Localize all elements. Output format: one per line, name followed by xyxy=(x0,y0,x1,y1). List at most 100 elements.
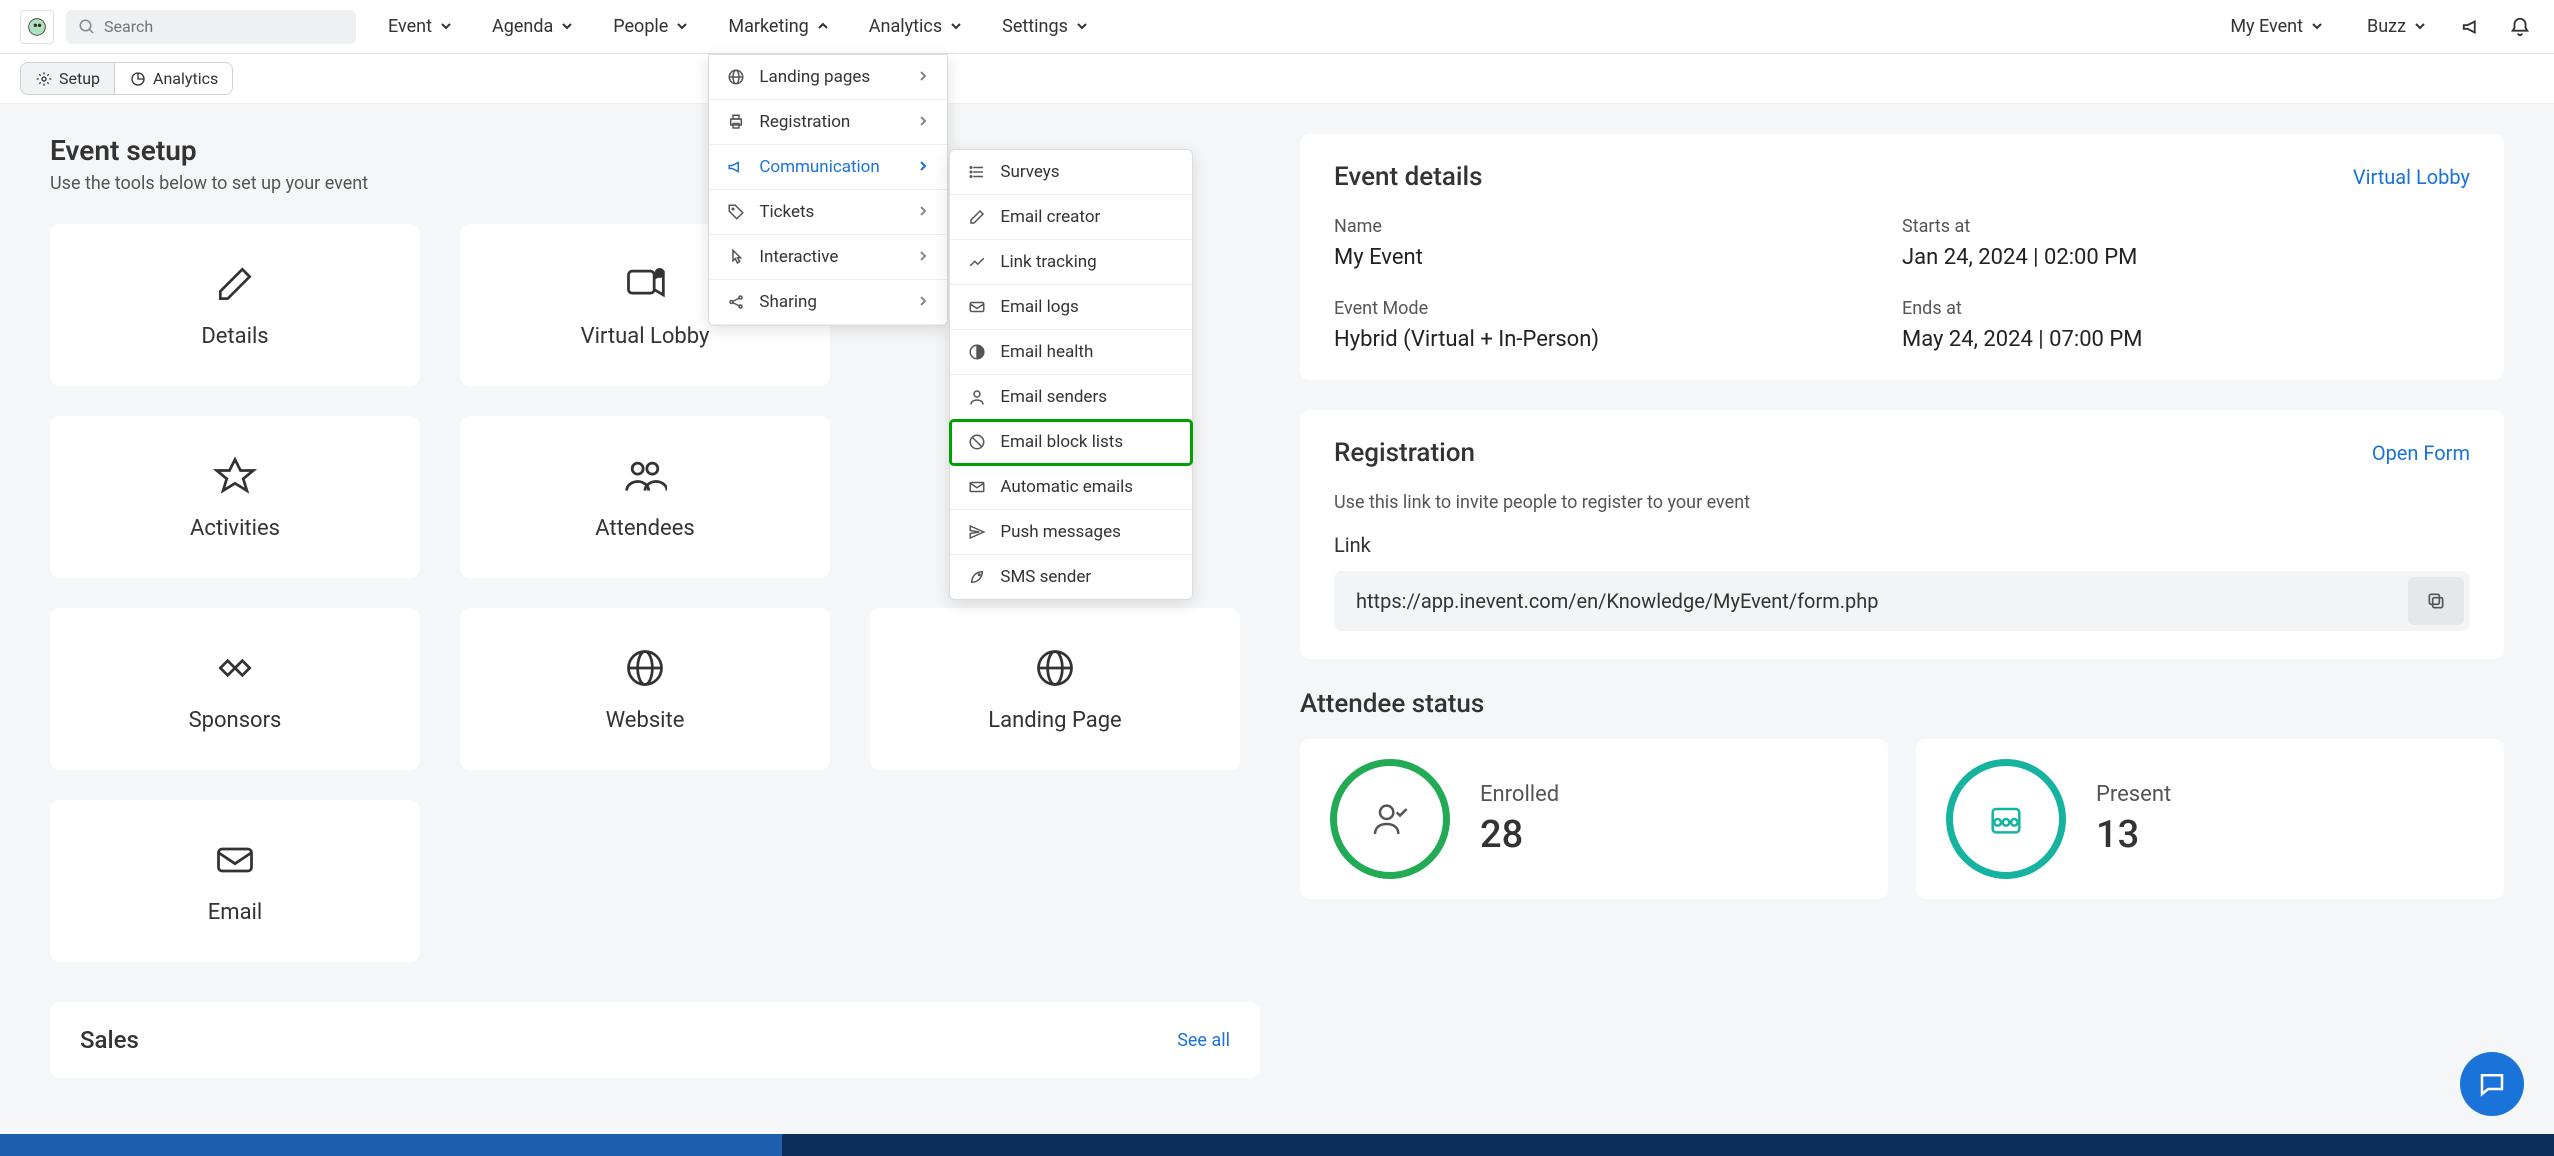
present-value: 13 xyxy=(2096,813,2171,857)
sm-email-logs[interactable]: Email logs xyxy=(950,285,1192,330)
nav-my-event[interactable]: My Event xyxy=(2218,0,2335,54)
nav-settings[interactable]: Settings xyxy=(982,0,1108,54)
tile-label: Sponsors xyxy=(189,708,282,733)
nav-analytics[interactable]: Analytics xyxy=(849,0,982,54)
nav-marketing[interactable]: Marketing Landing pages Registration Com… xyxy=(708,0,848,54)
chevron-right-icon xyxy=(917,67,929,87)
dd-label: Landing pages xyxy=(759,67,870,87)
tile-label: Activities xyxy=(190,516,280,541)
chevron-down-icon xyxy=(561,16,573,37)
present-label: Present xyxy=(2096,782,2171,807)
tile-attendees[interactable]: Attendees xyxy=(460,416,830,578)
top-nav: Event Agenda People Marketing Landing pa… xyxy=(0,0,2554,54)
tile-activities[interactable]: Activities xyxy=(50,416,420,578)
chevron-down-icon xyxy=(676,16,688,37)
dd-tickets[interactable]: Tickets xyxy=(709,190,947,235)
dd-landing-pages[interactable]: Landing pages xyxy=(709,55,947,100)
progress-fill xyxy=(0,1134,782,1156)
dd-label: Interactive xyxy=(759,247,838,267)
print-icon xyxy=(727,113,745,131)
seg-label: Analytics xyxy=(153,69,218,88)
link-label: Link xyxy=(1334,533,2470,557)
dd-label: Communication xyxy=(759,157,879,177)
app-logo[interactable] xyxy=(20,10,54,44)
dd-communication[interactable]: Communication xyxy=(709,145,947,190)
card-title: Registration xyxy=(1334,438,1475,468)
search-input[interactable] xyxy=(104,17,344,36)
attendee-status-section: Attendee status Enrolled 28 Present 13 xyxy=(1300,689,2504,899)
sm-label: Automatic emails xyxy=(1000,477,1133,497)
chevron-right-icon xyxy=(917,112,929,132)
sm-label: Push messages xyxy=(1000,522,1121,542)
nav-event[interactable]: Event xyxy=(368,0,472,54)
status-present: Present 13 xyxy=(1916,739,2504,899)
nav-label: Event xyxy=(388,16,432,37)
registration-card: Registration Open Form Use this link to … xyxy=(1300,410,2504,659)
marketing-dropdown: Landing pages Registration Communication… xyxy=(708,54,948,326)
nav-right: My Event Buzz xyxy=(2218,0,2534,54)
send-icon xyxy=(968,523,986,541)
enrolled-value: 28 xyxy=(1480,813,1559,857)
chevron-down-icon xyxy=(2414,16,2426,37)
sm-label: Link tracking xyxy=(1000,252,1096,272)
sm-label: Email block lists xyxy=(1000,432,1123,452)
nav-label: My Event xyxy=(2230,16,2303,37)
main-content: Event setup Use the tools below to set u… xyxy=(0,104,2554,1108)
copy-button[interactable] xyxy=(2408,577,2464,625)
sales-title: Sales xyxy=(80,1026,139,1054)
sm-email-senders[interactable]: Email senders xyxy=(950,375,1192,420)
dd-sharing[interactable]: Sharing xyxy=(709,280,947,325)
seg-setup[interactable]: Setup xyxy=(21,63,115,94)
megaphone-button[interactable] xyxy=(2458,13,2486,41)
sm-label: Surveys xyxy=(1000,162,1059,182)
enrolled-label: Enrolled xyxy=(1480,782,1559,807)
nav-label: Buzz xyxy=(2367,16,2406,37)
seg-analytics[interactable]: Analytics xyxy=(115,63,232,94)
nav-people[interactable]: People xyxy=(593,0,708,54)
nav-buzz[interactable]: Buzz xyxy=(2355,0,2438,54)
tile-label: Attendees xyxy=(595,516,694,541)
sm-surveys[interactable]: Surveys xyxy=(950,150,1192,195)
tile-sponsors[interactable]: Sponsors xyxy=(50,608,420,770)
sm-push-messages[interactable]: Push messages xyxy=(950,510,1192,555)
sm-label: SMS sender xyxy=(1000,567,1091,587)
rocket-icon xyxy=(968,568,986,586)
dd-interactive[interactable]: Interactive xyxy=(709,235,947,280)
virtual-lobby-link[interactable]: Virtual Lobby xyxy=(2353,165,2470,189)
sm-automatic-emails[interactable]: Automatic emails xyxy=(950,465,1192,510)
tile-label: Virtual Lobby xyxy=(581,324,710,349)
notifications-button[interactable] xyxy=(2506,13,2534,41)
tile-label: Email xyxy=(208,900,262,925)
chevron-down-icon xyxy=(2311,16,2323,37)
name-value: My Event xyxy=(1334,245,1902,270)
card-title: Event details xyxy=(1334,162,1483,192)
nav-agenda[interactable]: Agenda xyxy=(472,0,593,54)
see-all-link[interactable]: See all xyxy=(1177,1030,1230,1051)
tile-landing-page[interactable]: Landing Page xyxy=(870,608,1240,770)
tile-email[interactable]: Email xyxy=(50,800,420,962)
tile-website[interactable]: Website xyxy=(460,608,830,770)
seg-label: Setup xyxy=(59,69,100,88)
search-box[interactable] xyxy=(66,10,356,44)
starts-value: Jan 24, 2024 | 02:00 PM xyxy=(1902,245,2470,270)
dd-registration[interactable]: Registration xyxy=(709,100,947,145)
sm-email-creator[interactable]: Email creator xyxy=(950,195,1192,240)
dd-label: Sharing xyxy=(759,292,817,312)
chart-icon xyxy=(968,253,986,271)
open-form-link[interactable]: Open Form xyxy=(2372,441,2470,465)
sales-card: Sales See all xyxy=(50,1002,1260,1078)
sm-link-tracking[interactable]: Link tracking xyxy=(950,240,1192,285)
attendee-status-title: Attendee status xyxy=(1300,689,2504,719)
nav-label: Marketing xyxy=(728,16,808,37)
sm-label: Email senders xyxy=(1000,387,1107,407)
inbox-icon xyxy=(968,298,986,316)
tile-details[interactable]: Details xyxy=(50,224,420,386)
chat-fab[interactable] xyxy=(2460,1052,2524,1116)
present-ring xyxy=(1946,759,2066,879)
sm-email-block-lists[interactable]: Email block lists xyxy=(950,420,1192,465)
sm-sms-sender[interactable]: SMS sender xyxy=(950,555,1192,599)
chevron-down-icon xyxy=(950,16,962,37)
tile-label: Details xyxy=(201,324,268,349)
name-label: Name xyxy=(1334,216,1902,237)
sm-email-health[interactable]: Email health xyxy=(950,330,1192,375)
